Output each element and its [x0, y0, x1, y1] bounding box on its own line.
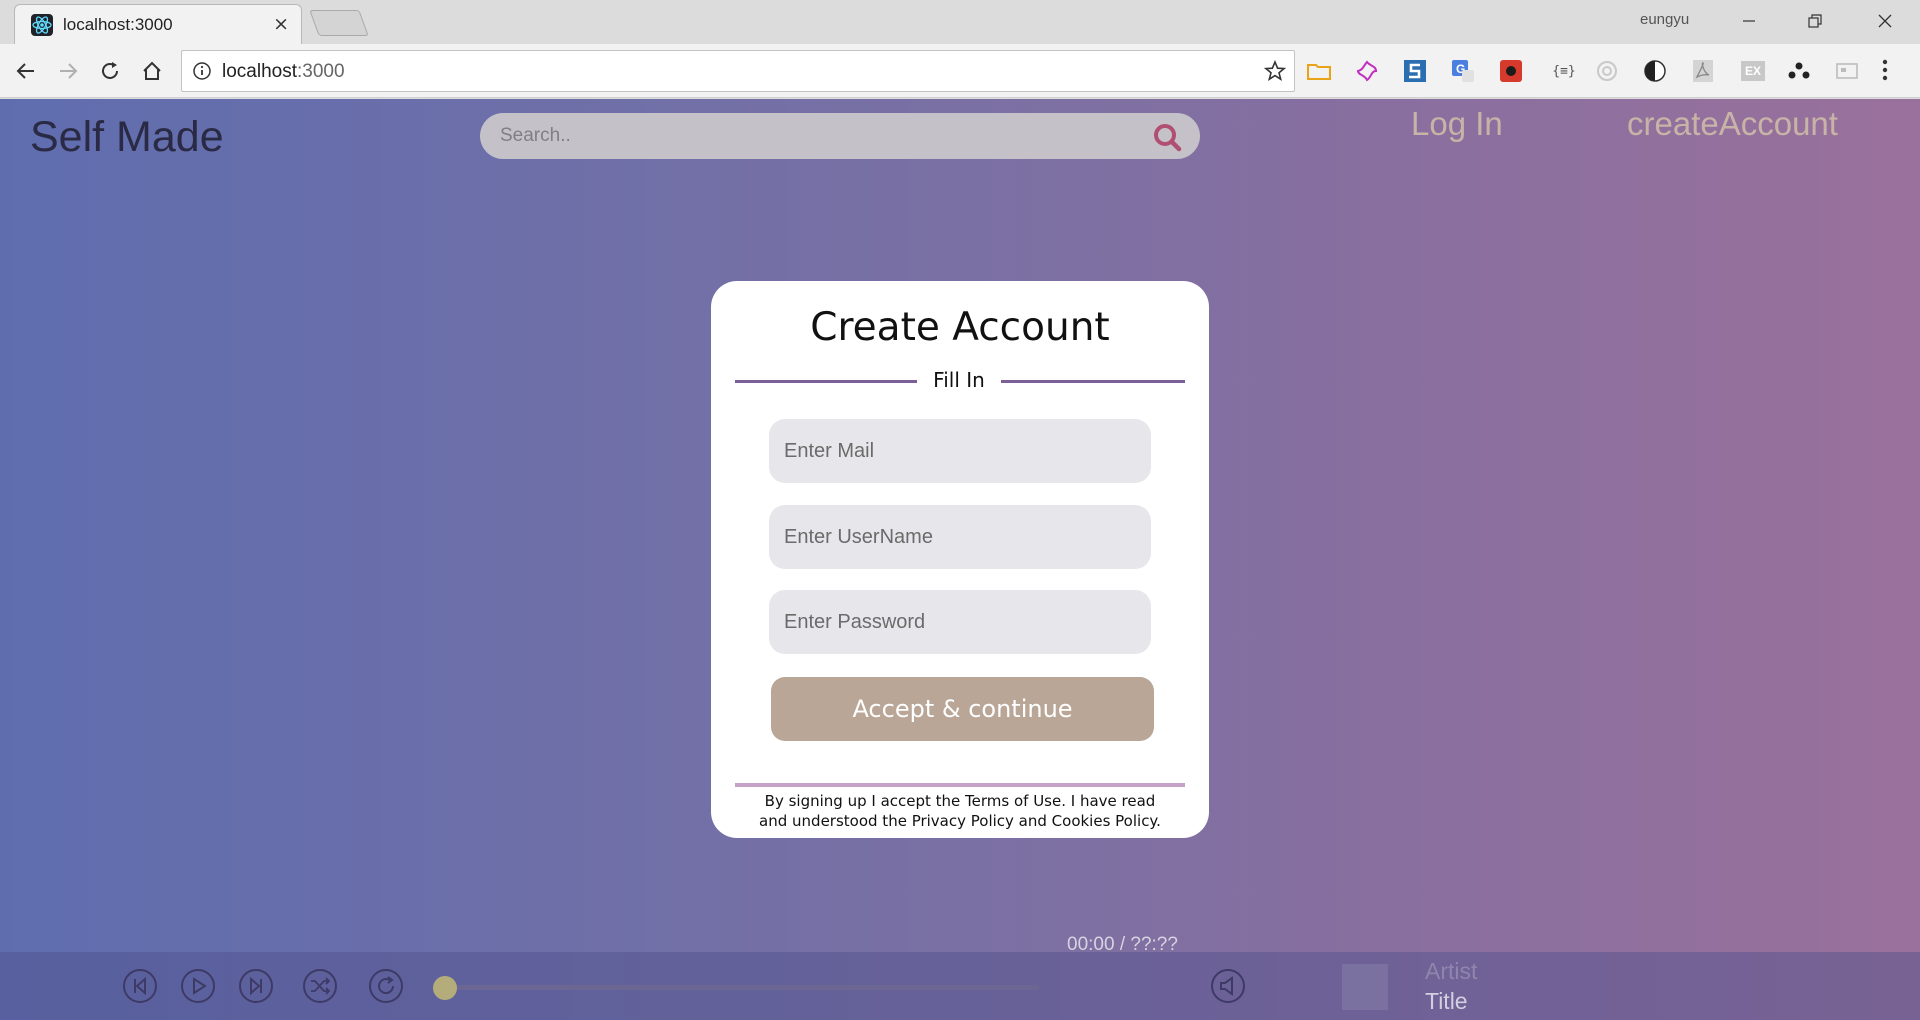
back-icon[interactable]: [12, 57, 40, 85]
json-icon-label: {≡}: [1552, 63, 1576, 79]
flower-icon[interactable]: [1354, 58, 1380, 84]
s-logo-icon[interactable]: [1402, 58, 1428, 84]
username-field[interactable]: [769, 505, 1151, 569]
pdf-icon[interactable]: [1690, 58, 1716, 84]
contrast-icon[interactable]: [1642, 58, 1668, 84]
restore-icon[interactable]: [1782, 0, 1848, 42]
browser-tab[interactable]: localhost:3000 ×: [14, 4, 302, 44]
previous-icon[interactable]: [122, 968, 158, 1004]
repeat-icon[interactable]: [368, 968, 404, 1004]
password-field[interactable]: [769, 590, 1151, 654]
profile-name[interactable]: eungyu: [1640, 11, 1689, 28]
close-window-icon[interactable]: [1852, 0, 1918, 42]
create-account-link[interactable]: createAccount: [1627, 105, 1838, 143]
terms-text: By signing up I accept the Terms of Use.…: [759, 792, 1161, 830]
volume-icon[interactable]: [1210, 968, 1246, 1004]
email-field[interactable]: [769, 419, 1151, 483]
translate-icon[interactable]: G: [1450, 58, 1476, 84]
search-bar: [480, 113, 1200, 159]
forward-icon[interactable]: [54, 57, 82, 85]
login-link[interactable]: Log In: [1411, 105, 1503, 143]
people-icon[interactable]: [1786, 58, 1812, 84]
reload-icon[interactable]: [96, 57, 124, 85]
search-input[interactable]: [500, 113, 1120, 159]
minimize-icon[interactable]: [1716, 0, 1782, 42]
home-icon[interactable]: [138, 57, 166, 85]
shuffle-icon[interactable]: [302, 968, 338, 1004]
create-account-modal: Create Account Fill In Accept & continue…: [711, 281, 1209, 838]
target-icon[interactable]: [1594, 58, 1620, 84]
address-bar[interactable]: localhost:3000: [181, 50, 1295, 92]
page-content: Self Made Log In createAccount Create Ac…: [0, 99, 1920, 1020]
tab-close-icon[interactable]: ×: [273, 14, 289, 34]
search-icon[interactable]: [1152, 122, 1182, 156]
ex-icon-label: EX: [1740, 61, 1765, 81]
progress-thumb[interactable]: [433, 976, 457, 1000]
folder-icon[interactable]: [1306, 58, 1332, 84]
modal-title: Create Account: [810, 305, 1110, 350]
url-port: :3000: [297, 61, 345, 82]
track-title: Title: [1425, 988, 1468, 1014]
cast-icon[interactable]: [1834, 58, 1860, 84]
next-icon[interactable]: [238, 968, 274, 1004]
divider-left: [735, 380, 917, 383]
ex-icon[interactable]: EX: [1738, 58, 1768, 84]
divider-right: [1001, 380, 1185, 383]
terms-divider: [735, 783, 1185, 787]
new-tab-button[interactable]: [309, 10, 369, 36]
url-text: localhost:3000: [222, 61, 345, 83]
divider-label: Fill In: [933, 368, 985, 392]
url-host: localhost: [222, 61, 297, 82]
bookmark-star-icon[interactable]: [1263, 59, 1287, 86]
site-logo[interactable]: Self Made: [30, 113, 224, 162]
tab-title: localhost:3000: [63, 15, 173, 34]
album-art: [1342, 964, 1388, 1010]
react-favicon-icon: [31, 14, 53, 36]
accept-continue-button[interactable]: Accept & continue: [771, 677, 1154, 741]
artist-name: Artist: [1425, 958, 1478, 984]
play-icon[interactable]: [180, 968, 216, 1004]
json-icon[interactable]: {≡}: [1546, 58, 1582, 84]
bug-icon[interactable]: [1498, 58, 1524, 84]
site-info-icon[interactable]: [192, 61, 212, 85]
music-player-bar: Artist Title: [0, 952, 1920, 1020]
browser-titlebar: localhost:3000 × eungyu: [0, 0, 1920, 44]
browser-toolbar: localhost:3000 G {≡} EX: [0, 44, 1920, 98]
browser-menu-icon[interactable]: [1880, 57, 1890, 87]
progress-track[interactable]: [446, 985, 1040, 990]
